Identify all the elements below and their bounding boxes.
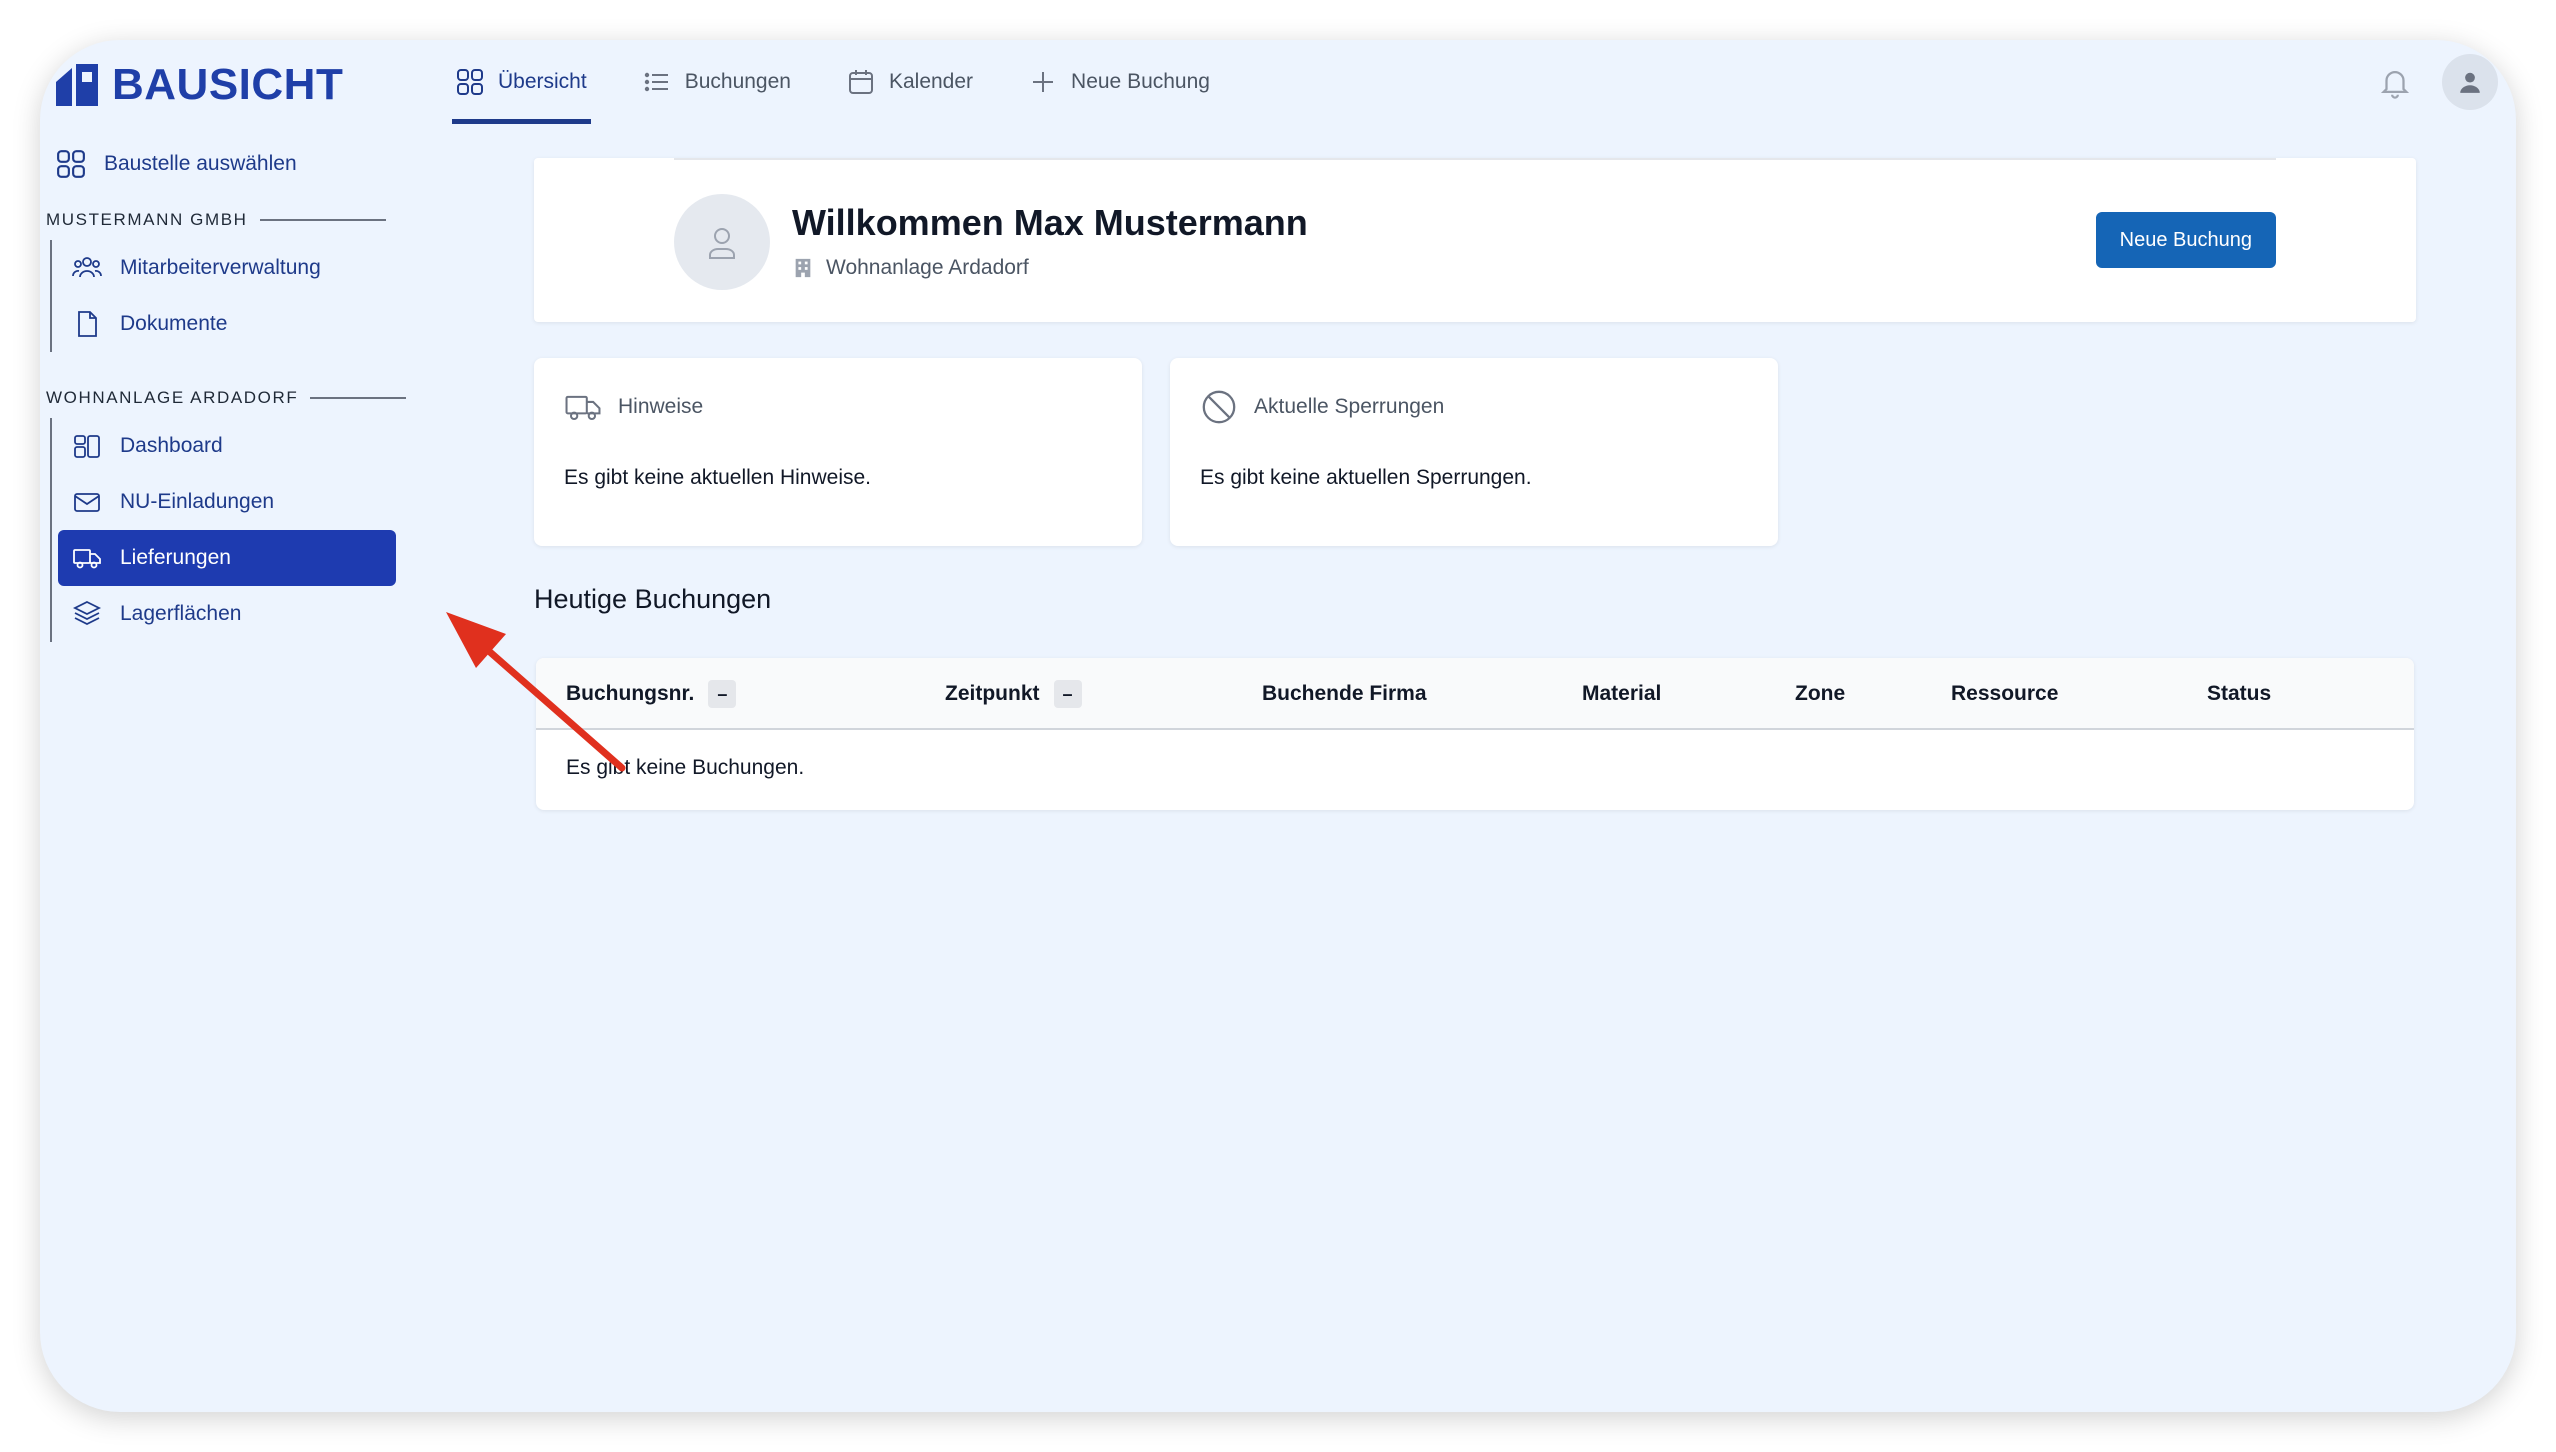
user-icon (2460, 72, 2480, 93)
welcome-title: Willkommen Max Mustermann (792, 202, 1308, 243)
sidebar-item-label: Baustelle auswählen (104, 152, 297, 175)
sidebar-item-label: Lagerflächen (120, 602, 242, 625)
hinweise-card: Hinweise Es gibt keine aktuellen Hinweis… (534, 358, 1142, 546)
grid-icon (457, 69, 483, 95)
sidebar-item-label: Dokumente (120, 312, 228, 335)
column-label: Status (2207, 682, 2272, 705)
dashboard-icon (74, 435, 100, 458)
annotation-arrow (446, 612, 626, 772)
column-zone: Zone (1795, 658, 1845, 730)
column-label: Material (1582, 682, 1662, 705)
sidebar-item-select-site[interactable]: Baustelle auswählen (40, 136, 410, 192)
column-label: Zone (1795, 682, 1846, 705)
brand-name: BAUSICHT (112, 60, 344, 109)
card-divider (674, 158, 2276, 160)
calendar-icon (848, 70, 873, 94)
welcome-site: Wohnanlage Ardadorf (792, 256, 1029, 280)
profile-avatar (674, 194, 770, 290)
column-label: Buchende Firma (1262, 682, 1427, 705)
tab-uebersicht[interactable]: Übersicht (452, 40, 591, 124)
column-label: Ressource (1951, 682, 2059, 705)
column-zeitpunkt[interactable]: Zeitpunkt – (945, 658, 1082, 730)
header-actions (2378, 54, 2498, 110)
card-title: Aktuelle Sperrungen (1254, 395, 1445, 418)
tab-buchungen[interactable]: Buchungen (639, 40, 795, 124)
document-icon (78, 311, 97, 337)
logo-icon (56, 64, 98, 106)
sperrungen-card: Aktuelle Sperrungen Es gibt keine aktuel… (1170, 358, 1778, 546)
sidebar-group-site: Dashboard NU-Einladungen Lieferungen Lag… (50, 418, 410, 642)
sidebar-item-dokumente[interactable]: Dokumente (58, 296, 410, 352)
card-body: Es gibt keine aktuellen Sperrungen. (1200, 466, 1532, 489)
column-buchende-firma: Buchende Firma (1262, 658, 1427, 730)
neue-buchung-button[interactable]: Neue Buchung (2095, 212, 2276, 268)
grid-icon (57, 150, 85, 178)
tab-label: Kalender (888, 70, 974, 93)
blocked-icon (1202, 390, 1236, 424)
sidebar-section-company: MUSTERMANN GMBH (40, 200, 410, 240)
sidebar-item-lieferungen[interactable]: Lieferungen (58, 530, 396, 586)
column-label: Zeitpunkt (945, 682, 1040, 705)
sort-button[interactable]: – (708, 680, 737, 708)
bookings-table: Buchungsnr. – Zeitpunkt – Buchende Firma… (536, 658, 2414, 810)
top-navigation: Übersicht Buchungen Kalender Neue Buchun… (452, 40, 1214, 124)
sidebar-item-label: Lieferungen (120, 546, 231, 569)
brand-logo[interactable]: BAUSICHT (52, 60, 343, 110)
sidebar-item-label: Mitarbeiterverwaltung (120, 256, 321, 279)
user-outline-icon (709, 228, 735, 259)
column-material: Material (1582, 658, 1661, 730)
card-header: Hinweise (564, 388, 703, 426)
sidebar-group-company: Mitarbeiterverwaltung Dokumente (50, 240, 410, 352)
app-window: BAUSICHT Übersicht Buchungen Kalender Ne… (40, 40, 2516, 1412)
tab-label: Neue Buchung (1071, 70, 1210, 93)
section-divider (310, 397, 406, 399)
tab-label: Übersicht (498, 70, 587, 93)
plus-icon (1033, 72, 1054, 92)
truck-icon (565, 395, 601, 421)
sidebar-item-mitarbeiterverwaltung[interactable]: Mitarbeiterverwaltung (58, 240, 410, 296)
column-status: Status (2207, 658, 2271, 730)
user-avatar[interactable] (2442, 54, 2498, 110)
building-icon (795, 258, 811, 278)
list-icon (644, 72, 668, 92)
bell-icon[interactable] (2378, 65, 2412, 99)
welcome-card: Willkommen Max Mustermann Wohnanlage Ard… (534, 158, 2416, 322)
card-header: Aktuelle Sperrungen (1200, 388, 1444, 426)
tab-neue-buchung[interactable]: Neue Buchung (1025, 40, 1214, 124)
tab-label: Buchungen (684, 70, 791, 93)
mail-icon (74, 493, 100, 512)
users-icon (72, 257, 102, 278)
column-ressource: Ressource (1951, 658, 2058, 730)
sidebar-item-label: Dashboard (120, 434, 223, 457)
sidebar-item-nu-einladungen[interactable]: NU-Einladungen (58, 474, 410, 530)
sidebar-item-dashboard[interactable]: Dashboard (58, 418, 410, 474)
table-body: Es gibt keine Buchungen. (536, 730, 2414, 808)
site-name: Wohnanlage Ardadorf (826, 256, 1029, 279)
tab-kalender[interactable]: Kalender (843, 40, 977, 124)
table-header: Buchungsnr. – Zeitpunkt – Buchende Firma… (536, 658, 2414, 730)
sidebar-item-lagerflaechen[interactable]: Lagerflächen (58, 586, 410, 642)
sidebar-section-site: WOHNANLAGE ARDADORF (40, 378, 410, 418)
sidebar: Baustelle auswählen MUSTERMANN GMBH Mita… (40, 136, 410, 668)
card-body: Es gibt keine aktuellen Hinweise. (564, 466, 872, 489)
section-divider (259, 219, 386, 221)
sidebar-item-label: NU-Einladungen (120, 490, 275, 513)
layers-icon (72, 600, 102, 626)
sort-button[interactable]: – (1053, 680, 1082, 708)
card-title: Hinweise (618, 395, 704, 418)
section-label: MUSTERMANN GMBH (46, 210, 248, 229)
section-label: WOHNANLAGE ARDADORF (46, 388, 299, 407)
truck-icon (73, 549, 101, 569)
